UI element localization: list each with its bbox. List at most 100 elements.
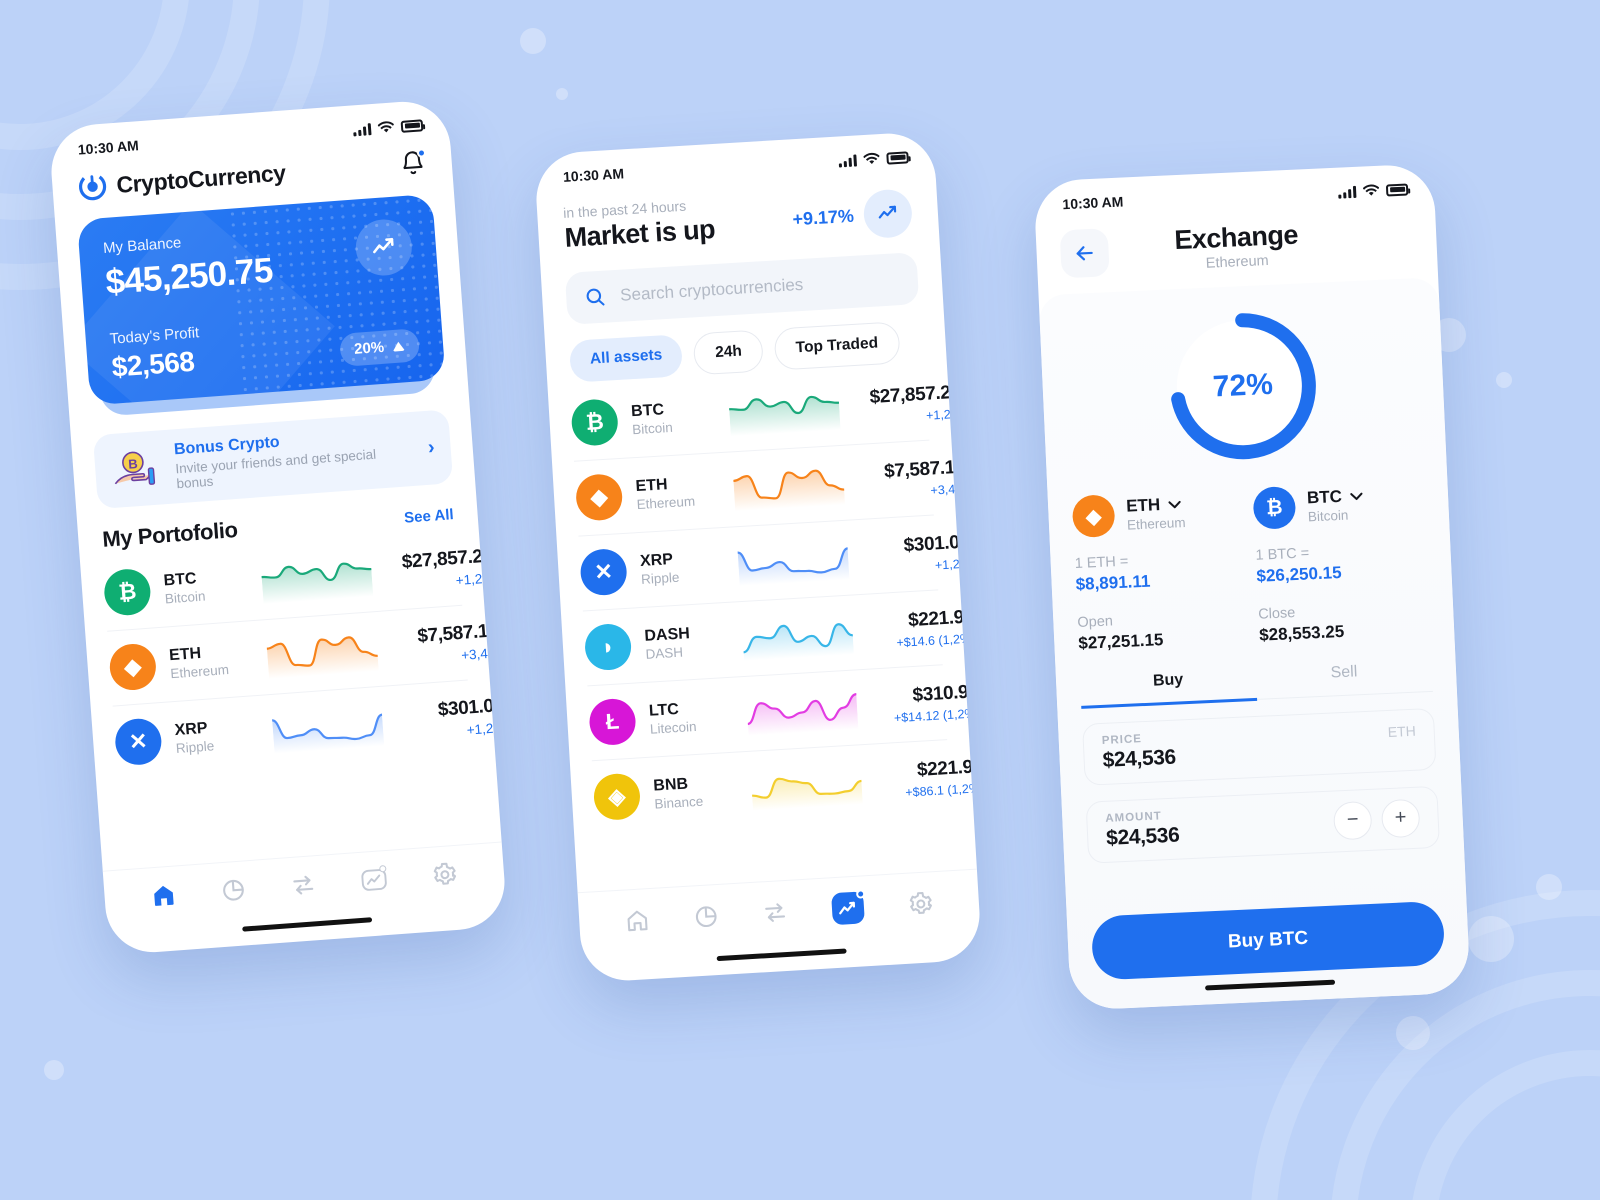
minus-icon[interactable]: − <box>1332 800 1373 841</box>
see-all-link[interactable]: See All <box>404 506 455 527</box>
brand-name: CryptoCurrency <box>115 159 287 198</box>
battery-icon <box>400 118 424 133</box>
hand-with-bitcoin-icon: B <box>114 451 156 485</box>
price-label: PRICE <box>1101 732 1143 747</box>
amount-label: AMOUNT <box>1105 809 1163 825</box>
price-unit: ETH <box>1387 722 1417 740</box>
deco-dot <box>1468 916 1514 962</box>
coin-price: $7,587.10 <box>883 456 966 482</box>
back-arrow-icon[interactable] <box>1059 228 1110 279</box>
home-indicator <box>716 948 847 962</box>
tab-exchange-arrows[interactable] <box>761 899 789 931</box>
deco-dot <box>1496 372 1512 388</box>
coin-icon: ◆ <box>574 472 624 522</box>
coin-price: $27,857.25 <box>868 381 962 408</box>
amount-field[interactable]: AMOUNT $24,536 − + <box>1085 785 1440 864</box>
sparkline-chart <box>746 693 859 736</box>
status-time: 10:30 AM <box>77 137 140 158</box>
battery-icon <box>1385 183 1409 197</box>
coin-icon: ₿ <box>570 398 620 447</box>
coin-change: +1,2% <box>925 406 963 423</box>
sparkline-chart <box>732 469 846 512</box>
tab-exchange-arrows[interactable] <box>289 871 317 904</box>
coin-icon: ✕ <box>113 717 163 767</box>
profit-percent-badge: 20% <box>338 328 421 367</box>
phone-market-screen: 10:30 AM in the past 24 hours Market is … <box>533 130 983 984</box>
chevron-right-icon[interactable]: › <box>427 436 435 459</box>
tab-sell[interactable]: Sell <box>1256 660 1433 698</box>
coin-icon: ✕ <box>579 547 628 597</box>
wifi-icon <box>863 152 880 164</box>
tab-pie-chart[interactable] <box>220 876 248 909</box>
svg-text:B: B <box>128 456 138 472</box>
pair-from-symbol: ETH <box>1125 495 1161 516</box>
market-title: Market is up <box>563 214 716 253</box>
pair-to[interactable]: ₿ BTC Bitcoin 1 BTC = $26,250.15 Close $… <box>1252 480 1431 646</box>
portfolio-list: ₿ BTC Bitcoin $27,857.25 +1,2% ◆ ETH Ethereum $7… <box>80 529 506 782</box>
buy-button[interactable]: Buy BTC <box>1090 900 1446 981</box>
coin-price: $221.98 <box>907 605 975 631</box>
coin-change: +$14.12 (1,2%) <box>893 705 981 725</box>
price-field[interactable]: PRICE $24,536 ETH <box>1082 707 1437 786</box>
search-icon <box>586 288 605 306</box>
balance-card[interactable]: My Balance $45,250.75 Today's Profit $2,… <box>76 193 446 406</box>
coin-icon: ◆ <box>108 642 158 692</box>
crypto-logo-icon <box>78 173 107 201</box>
deco-dot <box>44 1060 64 1080</box>
tab-gear[interactable] <box>431 861 459 894</box>
triangle-up-icon <box>393 341 405 352</box>
close-value: $28,553.25 <box>1258 621 1345 645</box>
tab-buy[interactable]: Buy <box>1079 667 1258 709</box>
chevron-down-icon[interactable] <box>1350 491 1363 501</box>
tab-home[interactable] <box>624 907 652 939</box>
amount-value: $24,536 <box>1105 823 1180 850</box>
status-time: 10:30 AM <box>562 165 625 185</box>
coin-icon: ₿ <box>102 567 152 617</box>
sparkline-chart <box>271 713 385 754</box>
bottom-tab-bar <box>102 841 506 927</box>
coin-icon: ◈ <box>592 772 642 822</box>
tab-gear[interactable] <box>907 890 935 922</box>
signal-bars-icon <box>838 153 857 168</box>
phone-exchange-screen: 10:30 AM Exchange Ethereum 72% ◆ ETH Eth… <box>1033 163 1471 1011</box>
currency-pair: ◆ ETH Ethereum 1 ETH = $8,891.11 Open $2… <box>1071 480 1431 654</box>
coin-price: $301.05 <box>903 530 971 556</box>
filter-chip[interactable]: All assets <box>568 334 684 383</box>
status-time: 10:30 AM <box>1062 193 1124 213</box>
deco-dot <box>1396 1016 1430 1050</box>
trend-up-icon[interactable] <box>353 217 414 278</box>
signal-bars-icon <box>353 122 372 136</box>
chevron-down-icon[interactable] <box>1168 500 1181 510</box>
price-value: $24,536 <box>1102 745 1177 772</box>
progress-gauge: 72% <box>1063 298 1422 474</box>
pair-to-name: Bitcoin <box>1307 507 1349 525</box>
filter-chip[interactable]: 24h <box>693 329 765 376</box>
sparkline-chart <box>742 623 854 662</box>
bottom-tab-bar <box>577 868 981 955</box>
pair-from-rate-value: $8,891.11 <box>1075 571 1151 594</box>
tab-home[interactable] <box>150 881 178 914</box>
coin-icon: ₿ <box>1252 485 1297 530</box>
profit-amount: $2,568 <box>110 345 196 383</box>
tab-pie-chart[interactable] <box>693 903 721 935</box>
tab-chart-box[interactable] <box>359 864 389 900</box>
deco-ring <box>1330 970 1600 1200</box>
search-placeholder: Search cryptocurrencies <box>619 274 804 305</box>
coin-price: $221.98 <box>916 755 983 781</box>
signal-bars-icon <box>1338 185 1357 199</box>
notification-bell-icon[interactable] <box>399 148 427 177</box>
tab-chart-box[interactable] <box>830 889 866 931</box>
filter-chip[interactable]: Top Traded <box>773 321 901 371</box>
sparkline-chart <box>736 547 850 587</box>
trend-up-icon[interactable] <box>862 188 914 240</box>
battery-icon <box>886 150 909 165</box>
home-indicator <box>242 917 373 932</box>
open-value: $27,251.15 <box>1077 630 1164 653</box>
sparkline-chart <box>728 395 841 437</box>
plus-icon[interactable]: + <box>1380 798 1421 838</box>
coin-change: +$14.6 (1,2%) <box>896 630 976 650</box>
pair-from[interactable]: ◆ ETH Ethereum 1 ETH = $8,891.11 Open $2… <box>1071 488 1250 654</box>
coin-change: +1,2% <box>934 555 972 573</box>
sparkline-chart <box>265 636 379 680</box>
coin-icon: Ł <box>588 697 637 747</box>
